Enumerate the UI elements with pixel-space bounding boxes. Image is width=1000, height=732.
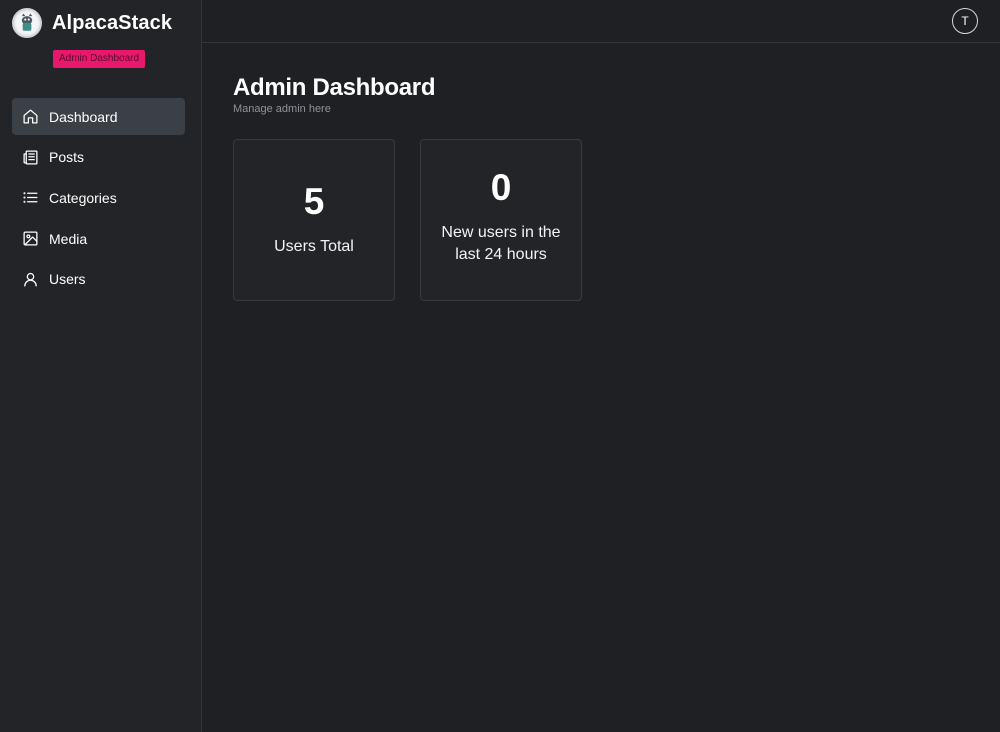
sidebar-item-label: Users [49, 271, 86, 288]
page-header: Admin Dashboard Manage admin here [233, 74, 435, 115]
stat-value: 0 [490, 167, 512, 208]
stat-card-users-total: 5 Users Total [233, 139, 395, 301]
sidebar-item-posts[interactable]: Posts [12, 139, 185, 176]
sidebar-item-categories[interactable]: Categories [12, 179, 185, 216]
topbar: T [202, 0, 1000, 43]
sidebar-item-label: Dashboard [49, 108, 118, 125]
alpaca-logo-icon [12, 8, 42, 38]
sidebar-item-media[interactable]: Media [12, 220, 185, 257]
newspaper-icon [22, 149, 39, 166]
user-avatar[interactable]: T [952, 8, 978, 34]
brand-name: AlpacaStack [52, 11, 173, 34]
stat-value: 5 [303, 181, 325, 222]
sidebar-item-users[interactable]: Users [12, 261, 185, 298]
sidebar: AlpacaStack Admin Dashboard Dashboard Po… [0, 0, 202, 732]
sidebar-item-label: Media [49, 230, 88, 247]
list-icon [22, 189, 39, 206]
stat-label: Users Total [274, 238, 354, 255]
page-subtitle: Manage admin here [233, 103, 331, 115]
sidebar-nav: Dashboard Posts Categories Media Users [12, 98, 185, 301]
stat-label: New users in the last 24 hours [441, 224, 561, 263]
page-title: Admin Dashboard [233, 74, 436, 101]
image-icon [22, 230, 39, 247]
app-root: AlpacaStack Admin Dashboard Dashboard Po… [0, 0, 1000, 732]
user-icon [22, 271, 39, 288]
sidebar-item-label: Categories [49, 189, 117, 206]
home-icon [22, 108, 39, 125]
stat-card-new-users: 0 New users in the last 24 hours [420, 139, 582, 301]
brand[interactable]: AlpacaStack [12, 8, 172, 38]
role-badge: Admin Dashboard [53, 50, 146, 68]
sidebar-item-dashboard[interactable]: Dashboard [12, 98, 185, 135]
sidebar-item-label: Posts [49, 149, 85, 166]
stats-cards: 5 Users Total 0 New users in the last 24… [233, 139, 582, 301]
